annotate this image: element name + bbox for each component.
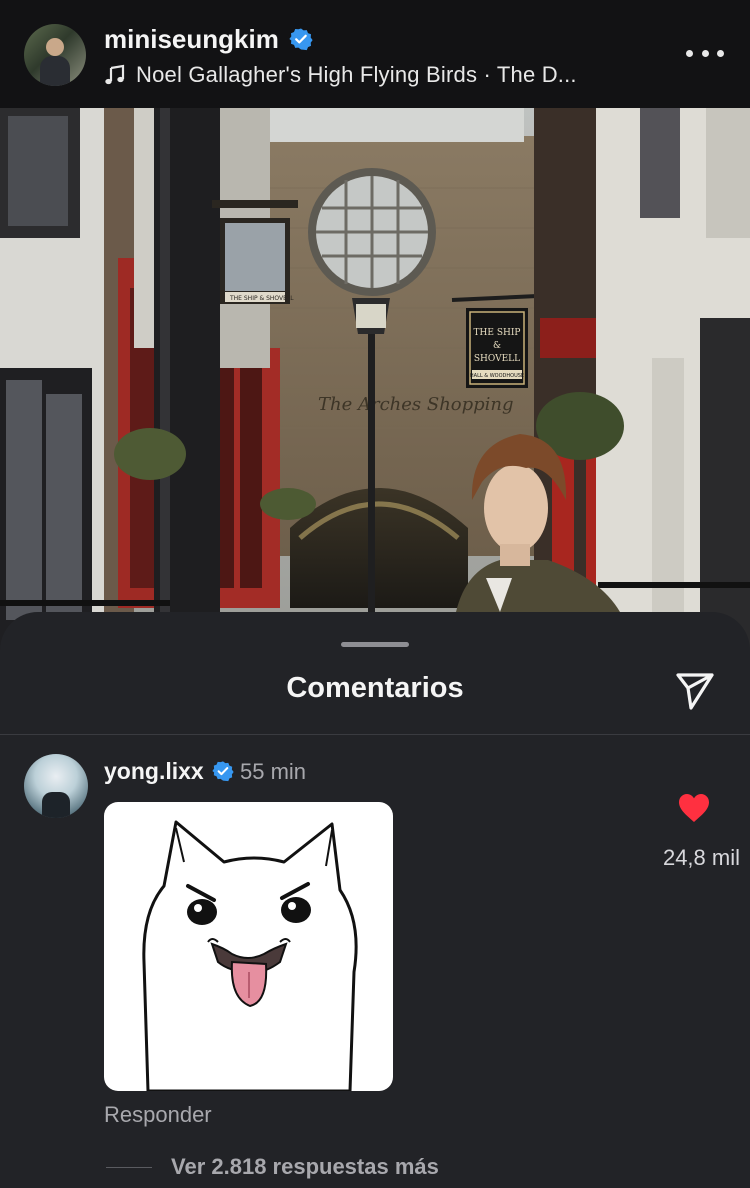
sheet-grabber[interactable]: [341, 642, 409, 647]
svg-text:SHOVELL: SHOVELL: [474, 354, 520, 364]
replies-connector-line: [106, 1167, 152, 1168]
post-author-username[interactable]: miniseungkim: [104, 24, 279, 55]
heart-icon[interactable]: [677, 792, 711, 824]
sheet-divider: [0, 734, 750, 735]
reply-button[interactable]: Responder: [104, 1102, 212, 1128]
comments-title: Comentarios: [286, 672, 464, 704]
like-count: 24,8 mil: [662, 845, 740, 870]
send-icon[interactable]: [672, 668, 718, 714]
commenter-avatar[interactable]: [24, 754, 88, 818]
verified-badge-icon: [212, 761, 234, 782]
left-sign-text: THE SHIP & SHOVELL: [229, 295, 294, 302]
svg-text:&: &: [493, 341, 501, 351]
post-photo[interactable]: The Arches Shopping THE SHIP & SHOVELL T…: [0, 108, 750, 668]
comments-sheet: Comentarios yong.lixx 55 min 24,8 mil Re…: [0, 612, 750, 1188]
svg-text:THE SHIP: THE SHIP: [474, 328, 521, 338]
verified-badge-icon: [289, 28, 313, 51]
brewery-text: HALL & WOODHOUSE: [470, 373, 524, 379]
view-replies-button[interactable]: Ver 2.818 respuestas más: [171, 1154, 439, 1180]
music-note-icon: [105, 64, 125, 85]
more-options-icon[interactable]: [686, 38, 724, 68]
commenter-username[interactable]: yong.lixx: [104, 758, 204, 785]
post-header: miniseungkim Noel Gallagher's High Flyin…: [0, 0, 750, 108]
comment-timestamp: 55 min: [240, 759, 307, 784]
comment-gif-sticker[interactable]: [104, 802, 393, 1091]
street-scene-image: The Arches Shopping THE SHIP & SHOVELL T…: [0, 108, 750, 668]
cat-sticker-image: [142, 820, 358, 1091]
music-attribution[interactable]: Noel Gallagher's High Flying Birds · The…: [104, 60, 577, 90]
music-track-label: Noel Gallagher's High Flying Birds · The…: [136, 62, 577, 87]
arch-lettering: The Arches Shopping: [318, 394, 514, 415]
post-author-avatar[interactable]: [24, 24, 86, 86]
